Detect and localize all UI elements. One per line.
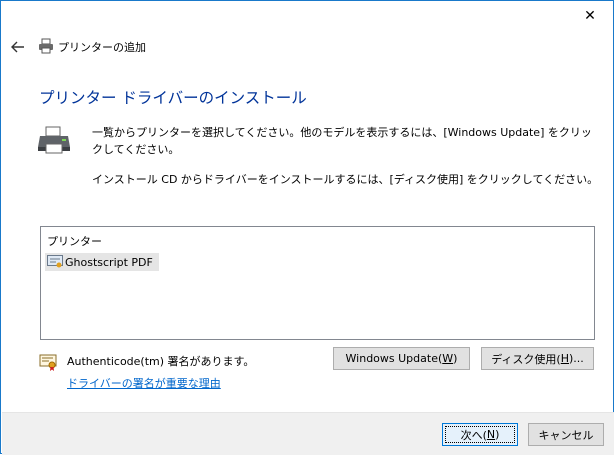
windows-update-button[interactable]: Windows Update(W) [333,347,470,370]
signature-info-link[interactable]: ドライバーの署名が重要な理由 [67,375,221,391]
list-item-label: Ghostscript PDF [65,255,153,269]
add-printer-dialog: ✕ プリンターの追加 プリンター ドライバーのインストール 一覧からプリンターを… [0,0,614,455]
back-button[interactable] [9,39,27,55]
close-button[interactable]: ✕ [567,1,613,31]
next-button[interactable]: 次へ(N) [442,423,518,446]
have-disk-button[interactable]: ディスク使用(H)... [481,347,594,370]
printer-icon [39,38,53,54]
close-icon: ✕ [584,8,596,24]
page-heading: プリンター ドライバーのインストール [39,89,307,107]
printer-list[interactable]: プリンター Ghostscript PDF [40,226,595,340]
back-arrow-icon [11,41,24,53]
printer-icon [38,126,70,154]
footer-bar [2,412,614,455]
certificate-icon [47,255,63,268]
certificate-icon [39,354,57,371]
signature-status: Authenticode(tm) 署名があります。 [67,355,255,368]
list-header: プリンター [47,235,102,248]
list-item[interactable]: Ghostscript PDF [45,253,159,271]
instruction-text: 一覧からプリンターを選択してください。他のモデルを表示するには、[Windows… [92,126,592,156]
cancel-button[interactable]: キャンセル [528,423,604,446]
window-title: プリンターの追加 [58,41,146,54]
disk-instruction-text: インストール CD からドライバーをインストールするには、[ディスク使用] をク… [92,173,599,186]
